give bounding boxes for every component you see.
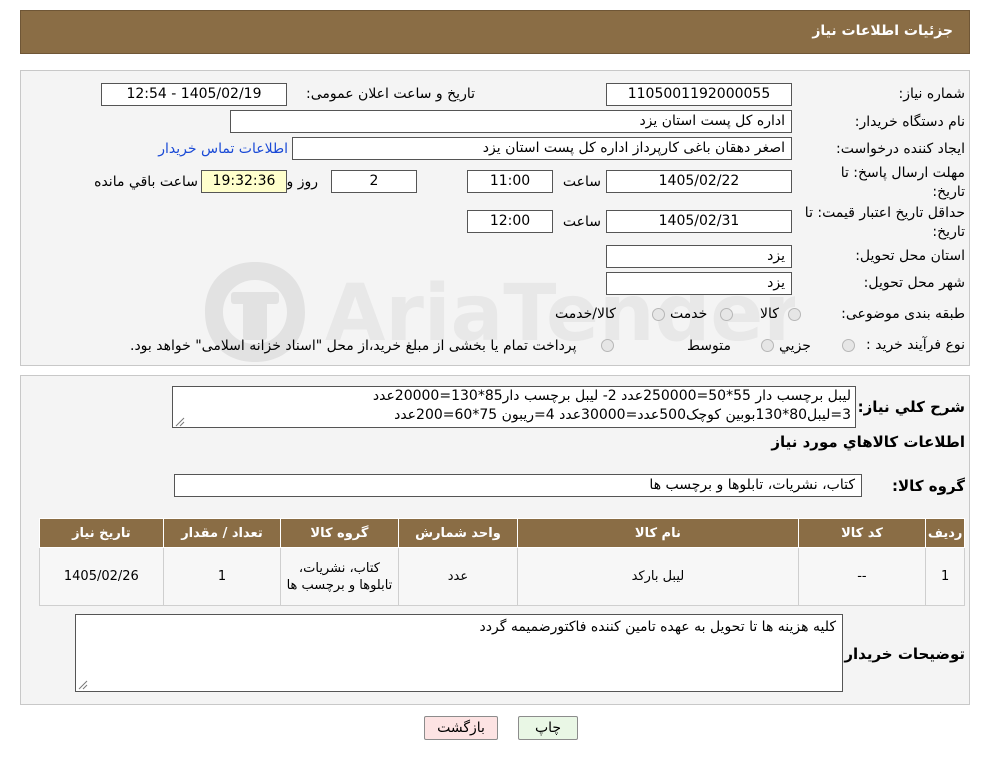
process-radio-treasury[interactable]	[601, 339, 614, 352]
buyer-notes-label: توضیحات خریدار:	[838, 645, 965, 663]
cell-item-code: --	[797, 547, 927, 606]
page-header: جزئیات اطلاعات نیاز	[20, 10, 970, 54]
days-field: 2	[331, 170, 417, 193]
category-radio-goods[interactable]	[788, 308, 801, 321]
page-title: جزئیات اطلاعات نیاز	[812, 23, 953, 39]
need-number-field: 1105001192000055	[606, 83, 792, 106]
province-field: یزد	[606, 245, 792, 268]
process-radio-minor[interactable]	[842, 339, 855, 352]
deadline-label-date: تاریخ:	[932, 184, 965, 200]
col-unit: واحد شمارش	[397, 518, 519, 548]
cell-quantity: 1	[162, 547, 282, 606]
remaining-time-label: ساعت باقي مانده	[94, 174, 198, 190]
table-row: 1 -- لیبل بارکد عدد کتاب، نشریات، تابلوه…	[39, 547, 965, 606]
validity-time-label: ساعت	[562, 214, 601, 230]
summary-line-2: 3=لیبل80*130بوبین کوچک500عدد=30000عدد 4=…	[394, 407, 851, 423]
category-option-service: خدمت	[670, 306, 708, 322]
col-row-number: ردیف	[925, 518, 965, 548]
process-option-medium: متوسط	[687, 338, 731, 354]
validity-time-field: 12:00	[467, 210, 553, 233]
requester-field: اصغر دهقان باغی کارپرداز اداره کل پست اس…	[292, 137, 792, 160]
category-radio-service[interactable]	[720, 308, 733, 321]
goods-table-header-row: ردیف کد کالا نام کالا واحد شمارش گروه کا…	[39, 518, 965, 548]
goods-table: ردیف کد کالا نام کالا واحد شمارش گروه کا…	[39, 518, 965, 606]
deadline-time-field: 11:00	[467, 170, 553, 193]
cell-row-number: 1	[925, 547, 965, 606]
col-need-date: تاریخ نیاز	[39, 518, 164, 548]
deadline-label: مهلت ارسال پاسخ: تا	[840, 165, 965, 181]
resize-grip-icon[interactable]	[175, 417, 185, 427]
need-number-label: شماره نیاز:	[898, 86, 966, 102]
buyer-contact-link[interactable]: اطلاعات تماس خریدار	[158, 141, 288, 157]
category-option-goods-service: کالا/خدمت	[555, 306, 616, 322]
buyer-org-label: نام دستگاه خریدار:	[854, 114, 965, 130]
cell-unit: عدد	[397, 547, 519, 606]
deadline-time-label: ساعت	[562, 174, 601, 190]
buyer-notes-textarea[interactable]: کلیه هزینه ها تا تحویل به عهده تامین کنن…	[75, 614, 843, 692]
process-type-label: نوع فرآیند خرید :	[866, 337, 965, 353]
process-note: پرداخت تمام یا بخشی از مبلغ خرید،از محل …	[130, 338, 577, 354]
goods-group-field: کتاب، نشریات، تابلوها و برچسب ها	[174, 474, 862, 497]
announce-datetime-field: 1405/02/19 - 12:54	[101, 83, 287, 106]
city-label: شهر محل تحویل:	[863, 275, 965, 291]
province-label: استان محل تحویل:	[855, 248, 965, 264]
validity-date-field: 1405/02/31	[606, 210, 792, 233]
col-item-name: نام کالا	[517, 518, 799, 548]
print-button[interactable]: چاپ	[518, 716, 578, 740]
buyer-notes-text: کلیه هزینه ها تا تحویل به عهده تامین کنن…	[479, 619, 836, 635]
back-button[interactable]: بازگشت	[424, 716, 498, 740]
col-goods-group: گروه کالا	[280, 518, 399, 548]
city-field: یزد	[606, 272, 792, 295]
col-item-code: کد کالا	[797, 518, 927, 548]
remaining-time-field: 19:32:36	[201, 170, 287, 193]
summary-textarea[interactable]: لیبل برچسب دار 55*50=250000عدد 2- لیبل ب…	[172, 386, 856, 428]
cell-item-name: لیبل بارکد	[517, 547, 799, 606]
days-label: روز و	[286, 174, 319, 190]
validity-label: حداقل تاریخ اعتبار قیمت: تا	[804, 205, 965, 221]
deadline-date-field: 1405/02/22	[606, 170, 792, 193]
goods-info-title: اطلاعات کالاهاي مورد نیاز	[771, 433, 965, 451]
col-quantity: تعداد / مقدار	[162, 518, 282, 548]
summary-label: شرح کلي نیاز:	[857, 398, 965, 416]
announce-datetime-label: تاریخ و ساعت اعلان عمومی:	[306, 86, 475, 102]
validity-label-date: تاریخ:	[932, 224, 965, 240]
goods-group-label: گروه کالا:	[892, 477, 965, 495]
cell-need-date: 1405/02/26	[39, 547, 164, 606]
buyer-org-field: اداره کل پست استان یزد	[230, 110, 792, 133]
process-option-minor: جزیي	[779, 338, 811, 354]
category-label: طبقه بندی موضوعی:	[841, 306, 965, 322]
resize-grip-icon[interactable]	[78, 680, 88, 690]
requester-label: ایجاد کننده درخواست:	[836, 141, 965, 157]
category-radio-goods-service[interactable]	[652, 308, 665, 321]
cell-goods-group: کتاب، نشریات، تابلوها و برچسب ها	[280, 547, 399, 606]
summary-line-1: لیبل برچسب دار 55*50=250000عدد 2- لیبل ب…	[372, 388, 851, 404]
goods-table-wrapper: ردیف کد کالا نام کالا واحد شمارش گروه کا…	[39, 518, 965, 606]
category-option-goods: کالا	[760, 306, 779, 322]
process-radio-medium[interactable]	[761, 339, 774, 352]
